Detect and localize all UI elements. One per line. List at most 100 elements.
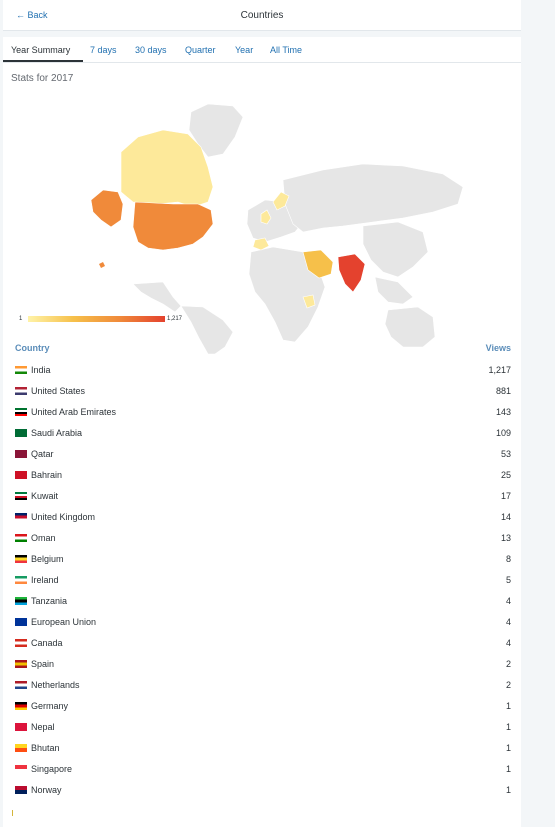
table-row[interactable]: European Union 4 [3,617,521,638]
flag-icon [15,492,27,500]
country-name: India [31,365,51,375]
country-name: Spain [31,659,55,669]
table-row[interactable]: Tanzania 4 [3,596,521,617]
mexico-central-america-region [132,281,182,313]
country-name: Belgium [31,554,64,564]
table-row[interactable]: India 1,217 [3,365,521,386]
country-name: Germany [31,701,69,711]
table-row[interactable]: Canada 4 [3,638,521,659]
table-row[interactable]: Belgium 8 [3,554,521,575]
country-name: Norway [31,785,62,795]
flag-icon [15,660,27,668]
flag-icon [15,555,27,563]
flag-icon [15,681,27,689]
tab-30-days[interactable]: 30 days [135,45,167,55]
southeast-asia-region [374,276,414,305]
russia-asia-region [282,163,464,233]
table-row[interactable]: United Arab Emirates 143 [3,407,521,428]
table-row[interactable]: United Kingdom 14 [3,512,521,533]
tab-year[interactable]: Year [235,45,253,55]
tab-year-summary[interactable]: Year Summary [11,45,70,55]
column-header-country: Country [15,343,50,353]
flag-icon [15,765,27,773]
table-row[interactable]: Qatar 53 [3,449,521,470]
tab-7-days[interactable]: 7 days [90,45,117,55]
country-name: European Union [31,617,97,627]
country-name: United Kingdom [31,512,96,522]
views-count: 4 [505,596,511,606]
country-name: Bahrain [31,470,63,480]
flag-icon [15,576,27,584]
views-count: 1 [505,701,511,711]
flag-icon [15,618,27,626]
table-row[interactable]: Germany 1 [3,701,521,722]
views-count: 8 [505,554,511,564]
legend-min: 1 [19,316,23,322]
flag-icon [15,744,27,752]
table-row[interactable]: Spain 2 [3,659,521,680]
flag-icon [15,597,27,605]
country-name: Tanzania [31,596,68,606]
views-count: 17 [500,491,511,501]
flag-icon [15,639,27,647]
active-tab-indicator [3,60,83,62]
views-count: 5 [505,575,511,585]
country-name: Singapore [31,764,73,774]
views-count: 2 [505,659,511,669]
country-name: Qatar [31,449,54,459]
india-region [337,253,366,293]
views-count: 53 [500,449,511,459]
country-name: Canada [31,638,63,648]
views-count: 1 [505,785,511,795]
table-row[interactable]: Oman 13 [3,533,521,554]
country-name: Kuwait [31,491,59,501]
countries-page: ← Back Countries Year Summary 7 days 30 … [0,0,555,827]
flag-icon [15,702,27,710]
column-header-views: Views [485,343,511,353]
flag-icon [15,786,27,794]
table-row[interactable]: Bahrain 25 [3,470,521,491]
table-row[interactable]: United States 881 [3,386,521,407]
country-name: United States [31,386,86,396]
views-count: 14 [500,512,511,522]
flag-icon [15,513,27,521]
views-count: 2 [505,680,511,690]
views-count: 1 [505,764,511,774]
map-legend: 1 1,217 [3,312,521,332]
period-tabs: Year Summary 7 days 30 days Quarter Year… [3,37,521,63]
country-name: Saudi Arabia [31,428,83,438]
table-row[interactable]: Ireland 5 [3,575,521,596]
country-name: United Arab Emirates [31,407,117,417]
legend-max: 1,217 [167,316,183,322]
country-name: Bhutan [31,743,60,753]
table-row[interactable]: Netherlands 2 [3,680,521,701]
table-row[interactable]: Singapore 1 [3,764,521,785]
views-count: 109 [495,428,511,438]
page-title: Countries [240,10,284,21]
alaska-region [90,189,124,228]
hawaii-region [99,262,105,268]
views-count: 25 [500,470,511,480]
country-name: Oman [31,533,56,543]
table-row[interactable]: Nepal 1 [3,722,521,743]
table-row[interactable]: Saudi Arabia 109 [3,428,521,449]
views-count: 4 [505,638,511,648]
country-name: Netherlands [31,680,80,690]
united-states-region [132,201,214,251]
flag-icon [15,408,27,416]
tab-all-time[interactable]: All Time [270,45,302,55]
tab-quarter[interactable]: Quarter [185,45,216,55]
flag-icon [15,366,27,374]
header-bar: ← Back Countries [3,0,521,31]
table-row[interactable]: Bhutan 1 [3,743,521,764]
flag-icon [15,471,27,479]
views-count: 13 [500,533,511,543]
views-count: 143 [495,407,511,417]
table-row[interactable]: Norway 1 [3,785,521,806]
flag-icon [15,429,27,437]
country-name: Nepal [31,722,55,732]
country-name: Ireland [31,575,59,585]
flag-icon [15,723,27,731]
table-row[interactable]: Kuwait 17 [3,491,521,512]
flag-icon [15,387,27,395]
